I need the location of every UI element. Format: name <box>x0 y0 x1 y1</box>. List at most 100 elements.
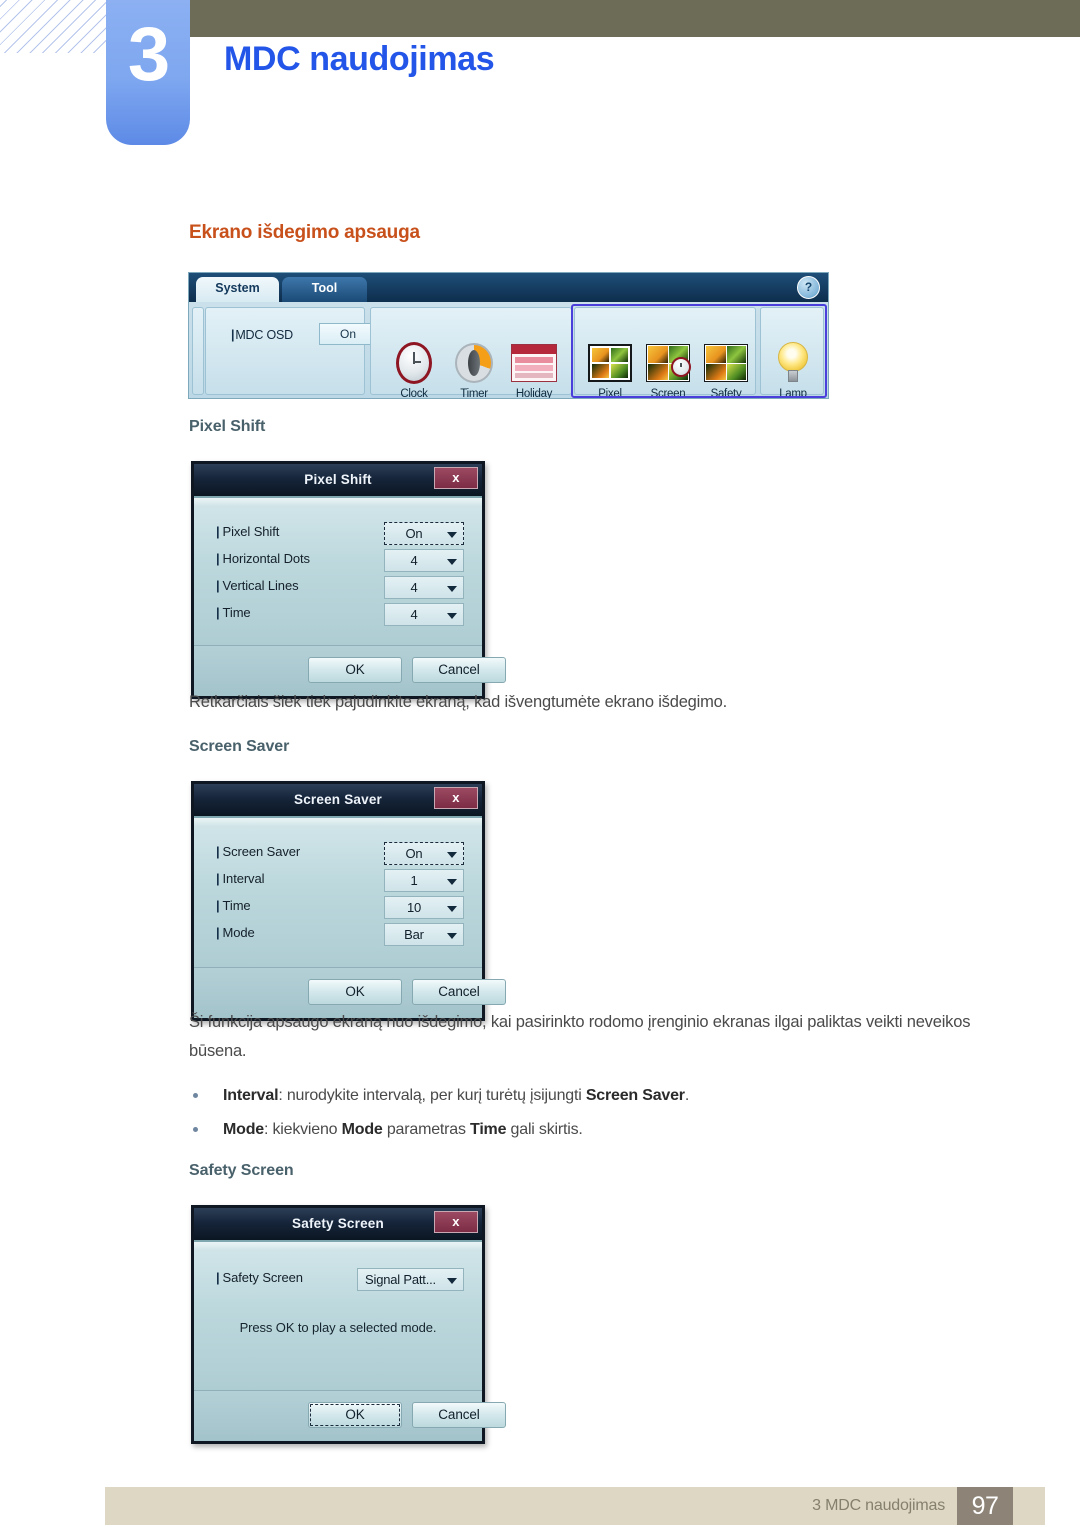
dropdown-time[interactable]: 10 <box>384 896 464 919</box>
form-label-time: | Time <box>216 605 251 620</box>
page-title: MDC naudojimas <box>224 40 495 78</box>
mdc-tab-system[interactable]: System <box>196 277 279 302</box>
form-label-pixel-shift: | Pixel Shift <box>216 524 280 539</box>
chevron-down-icon <box>447 906 457 912</box>
mdc-tab-tool[interactable]: Tool <box>282 277 367 302</box>
form-row-vertical-lines: | Vertical Lines 4 <box>216 576 464 600</box>
bullet-icon <box>189 1118 223 1142</box>
dropdown-interval[interactable]: 1 <box>384 869 464 892</box>
dropdown-screen-saver[interactable]: On <box>384 842 464 865</box>
mdc-osd-label-text: MDC OSD <box>235 328 293 342</box>
safety-screen-dialog-title: Safety Screen <box>292 1216 384 1231</box>
footer-label: 3 MDC naudojimas <box>812 1497 945 1514</box>
dropdown-horizontal-dots-value: 4 <box>410 553 418 568</box>
bullet-1-tail: gali skirtis. <box>506 1121 583 1138</box>
screen-saver-dialog-body: | Screen Saver On | Interval 1 | Time 10 | M… <box>194 816 482 967</box>
dropdown-interval-value: 1 <box>410 873 418 888</box>
form-label-mode: | Mode <box>216 925 255 940</box>
form-row-screen-saver: | Screen Saver On <box>216 842 464 866</box>
form-row-horizontal-dots: | Horizontal Dots 4 <box>216 549 464 573</box>
toolbar-item-timer[interactable]: Timer <box>443 340 505 398</box>
close-icon[interactable]: x <box>434 787 478 809</box>
pixel-shift-dialog-body: | Pixel Shift On | Horizontal Dots 4 | Vert… <box>194 496 482 645</box>
cancel-button[interactable]: Cancel <box>412 657 506 683</box>
dropdown-time-value: 4 <box>410 607 418 622</box>
mdc-osd-label: |MDC OSD <box>231 328 293 342</box>
list-item: Mode: kiekvieno Mode parametras Time gal… <box>189 1118 583 1142</box>
quad-tiles-clock-icon <box>637 340 699 386</box>
lightbulb-icon <box>762 340 824 386</box>
bullet-icon <box>189 1084 223 1108</box>
close-icon[interactable]: x <box>434 467 478 489</box>
toolbar-item-clock-set[interactable]: ClockSet <box>383 340 445 399</box>
quad-tiles-icon <box>695 340 757 386</box>
cancel-button[interactable]: Cancel <box>412 1402 506 1428</box>
pixel-shift-dialog: Pixel Shift x | Pixel Shift On | Horizonta… <box>191 461 506 699</box>
mdc-group-screen-protection: PixelShift ScreenSaver SafetyScreen <box>574 307 756 398</box>
header-olive-band <box>190 0 1080 37</box>
close-icon[interactable]: x <box>434 1211 478 1233</box>
mdc-ribbon: |MDC OSD On ClockSet Timer HolidayManage… <box>189 302 828 398</box>
form-row-interval: | Interval 1 <box>216 869 464 893</box>
ok-button[interactable]: OK <box>308 657 402 683</box>
decorative-hatch-pattern <box>0 0 107 53</box>
chevron-down-icon <box>447 613 457 619</box>
mdc-group-osd: |MDC OSD On <box>205 307 391 395</box>
toolbar-item-lamp-control[interactable]: LampControl <box>762 340 824 399</box>
dropdown-mode[interactable]: Bar <box>384 923 464 946</box>
dropdown-pixel-shift[interactable]: On <box>384 522 464 545</box>
calendar-icon <box>497 340 571 386</box>
dropdown-vertical-lines[interactable]: 4 <box>384 576 464 599</box>
ok-button[interactable]: OK <box>308 979 402 1005</box>
quad-tiles-icon <box>579 340 641 386</box>
safety-screen-dialog-footer: OK Cancel <box>194 1390 506 1441</box>
dropdown-time[interactable]: 4 <box>384 603 464 626</box>
toolbar-item-safety-screen[interactable]: SafetyScreen <box>695 340 757 399</box>
toolbar-item-clock-set-line1: Clock <box>400 388 428 399</box>
dropdown-horizontal-dots[interactable]: 4 <box>384 549 464 572</box>
ok-button[interactable]: OK <box>308 1402 402 1428</box>
safety-screen-note: Press OK to play a selected mode. <box>239 1320 437 1335</box>
form-label-horizontal-dots: | Horizontal Dots <box>216 551 310 566</box>
subheading-screen-saver: Screen Saver <box>189 738 290 755</box>
help-icon[interactable]: ? <box>797 276 820 299</box>
toolbar-item-holiday-line1: Holiday <box>515 388 553 399</box>
chapter-tab: 3 <box>106 0 190 145</box>
toolbar-item-lamp-line1: Lamp <box>779 388 807 399</box>
chevron-down-icon <box>447 586 457 592</box>
form-row-time: | Time 4 <box>216 603 464 627</box>
chevron-down-icon <box>447 879 457 885</box>
timer-icon <box>443 340 505 386</box>
toolbar-item-safety-screen-line1: Safety <box>710 388 742 399</box>
dropdown-mode-value: Bar <box>404 927 424 942</box>
subheading-safety-screen: Safety Screen <box>189 1162 294 1179</box>
list-item: Interval: nurodykite intervalą, per kurį… <box>189 1084 689 1108</box>
mdc-group-schedule: ClockSet Timer HolidayManagement <box>370 307 572 398</box>
mdc-osd-value: On <box>339 327 356 341</box>
safety-screen-dialog-titlebar: Safety Screen x <box>194 1208 482 1240</box>
screen-saver-paragraph: Ši funkcija apsaugo ekraną nuo išdegimo,… <box>189 1008 989 1066</box>
chevron-down-icon <box>447 852 457 858</box>
toolbar-item-pixel-shift[interactable]: PixelShift <box>579 340 641 398</box>
cancel-button[interactable]: Cancel <box>412 979 506 1005</box>
bullet-1-ref1: Mode <box>341 1121 383 1138</box>
form-label-screen-saver: | Screen Saver <box>216 844 301 859</box>
dropdown-screen-saver-value: On <box>405 846 423 861</box>
bullet-1-ref2: Time <box>470 1121 507 1138</box>
mdc-tab-strip: System Tool ? <box>189 273 828 302</box>
mdc-toolbar-screenshot: System Tool ? |MDC OSD On ClockSet Timer <box>188 272 829 399</box>
form-label-time: | Time <box>216 898 251 913</box>
footer-bar: 3 MDC naudojimas 97 <box>105 1487 1045 1525</box>
toolbar-item-holiday-management[interactable]: HolidayManagement <box>497 340 571 399</box>
screen-saver-paragraph-line1: Ši funkcija apsaugo ekraną nuo išdegimo,… <box>189 1013 903 1031</box>
safety-screen-dialog: Safety Screen x | Safety Screen Signal Pa… <box>191 1205 506 1444</box>
form-row-mode: | Mode Bar <box>216 923 464 947</box>
toolbar-item-screen-saver[interactable]: ScreenSaver <box>637 340 699 398</box>
chevron-down-icon <box>447 559 457 565</box>
dropdown-safety-screen[interactable]: Signal Patt... <box>357 1268 464 1291</box>
chapter-number: 3 <box>127 12 170 97</box>
page-number: 97 <box>957 1487 1013 1525</box>
bullet-0-term: Interval <box>223 1087 279 1104</box>
bullet-0-text: : nurodykite intervalą, per kurį turėtų … <box>278 1087 586 1104</box>
chevron-down-icon <box>447 532 457 538</box>
